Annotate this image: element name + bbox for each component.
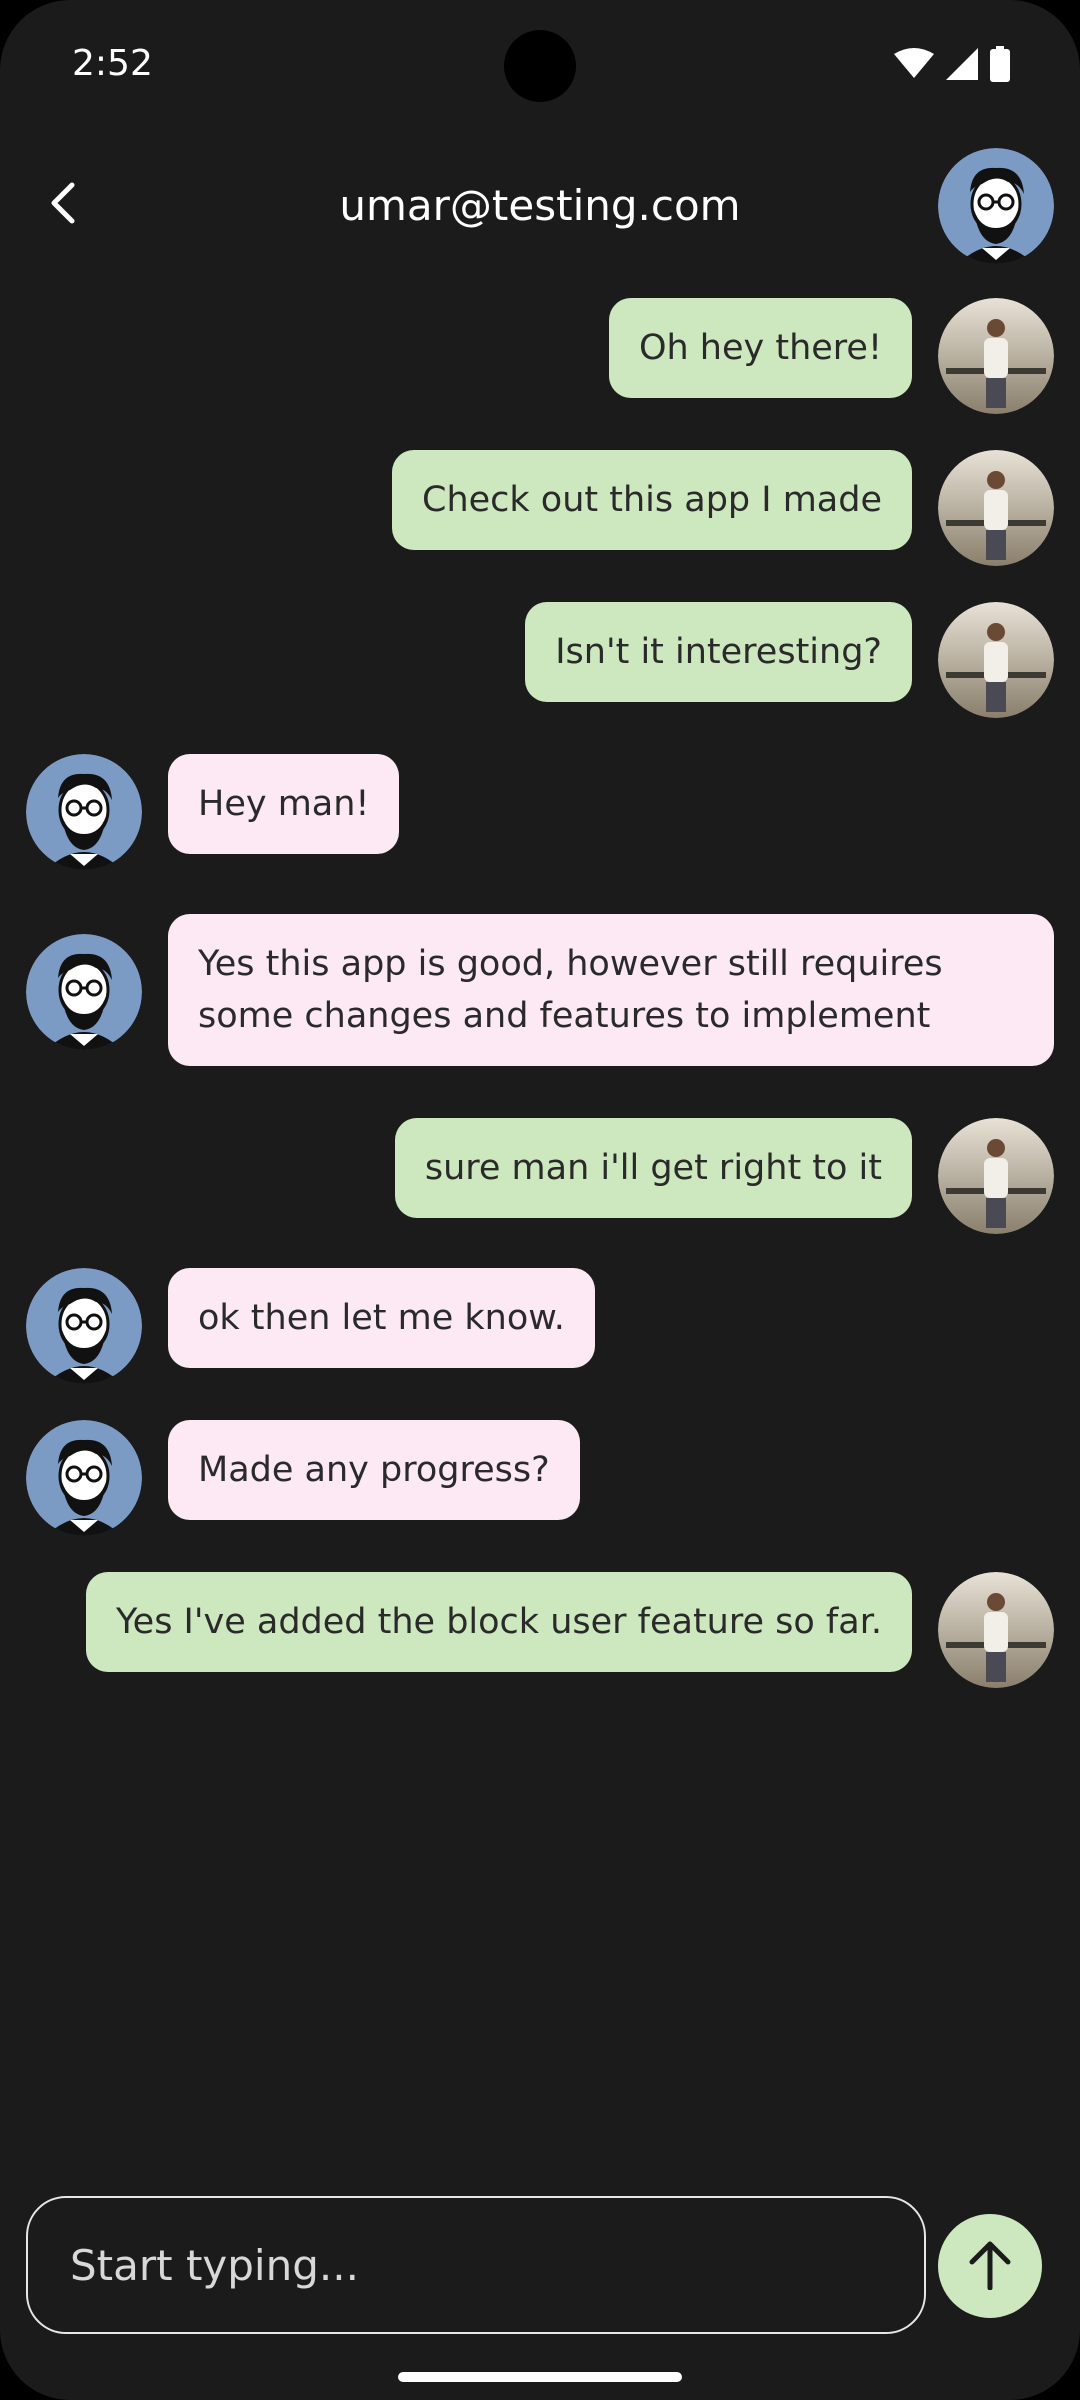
message-bubble-sent[interactable]: sure man i'll get right to it (394, 1118, 912, 1218)
user-avatar (938, 602, 1054, 718)
cell-signal-icon (946, 48, 978, 84)
message-row-received: Yes this app is good, however still requ… (26, 914, 1054, 1066)
page-title: umar@testing.com (339, 181, 741, 230)
message-row-sent: sure man i'll get right to it (26, 1118, 1054, 1234)
battery-icon (990, 46, 1010, 86)
wifi-icon (894, 48, 934, 84)
message-row-sent: Yes I've added the block user feature so… (26, 1572, 1054, 1688)
user-avatar (938, 298, 1054, 414)
message-row-sent: Isn't it interesting? (26, 602, 1054, 718)
contact-avatar (26, 1268, 142, 1384)
message-bubble-received[interactable]: Hey man! (168, 754, 400, 854)
message-bubble-received[interactable]: Yes this app is good, however still requ… (168, 914, 1054, 1066)
back-button[interactable] (28, 170, 98, 240)
message-bubble-sent[interactable]: Yes I've added the block user feature so… (85, 1572, 912, 1672)
message-bubble-sent[interactable]: Oh hey there! (608, 298, 912, 398)
contact-avatar (26, 754, 142, 870)
user-avatar (938, 1118, 1054, 1234)
message-input[interactable] (68, 2239, 884, 2291)
home-indicator[interactable] (398, 2372, 682, 2382)
chat-screen: 2:52 umar@testing.com Oh hey there! Chec… (0, 0, 1080, 2400)
send-button[interactable] (938, 2214, 1042, 2318)
user-avatar (938, 1572, 1054, 1688)
contact-avatar[interactable] (938, 148, 1054, 264)
message-row-sent: Check out this app I made (26, 450, 1054, 566)
contact-avatar (26, 1420, 142, 1536)
message-row-received: ok then let me know. (26, 1268, 1054, 1384)
status-icons (894, 46, 1010, 86)
chevron-left-icon (48, 181, 78, 229)
message-bubble-received[interactable]: Made any progress? (168, 1420, 580, 1520)
message-input-container (26, 2196, 926, 2334)
message-row-received: Hey man! (26, 754, 1054, 870)
arrow-up-icon (966, 2238, 1014, 2294)
message-bubble-sent[interactable]: Check out this app I made (392, 450, 912, 550)
message-bubble-received[interactable]: ok then let me know. (168, 1268, 595, 1368)
message-bubble-sent[interactable]: Isn't it interesting? (525, 602, 912, 702)
message-row-received: Made any progress? (26, 1420, 1054, 1536)
message-row-sent: Oh hey there! (26, 298, 1054, 414)
user-avatar (938, 450, 1054, 566)
contact-avatar (26, 934, 142, 1050)
status-time: 2:52 (72, 43, 153, 84)
camera-cutout (504, 30, 576, 102)
